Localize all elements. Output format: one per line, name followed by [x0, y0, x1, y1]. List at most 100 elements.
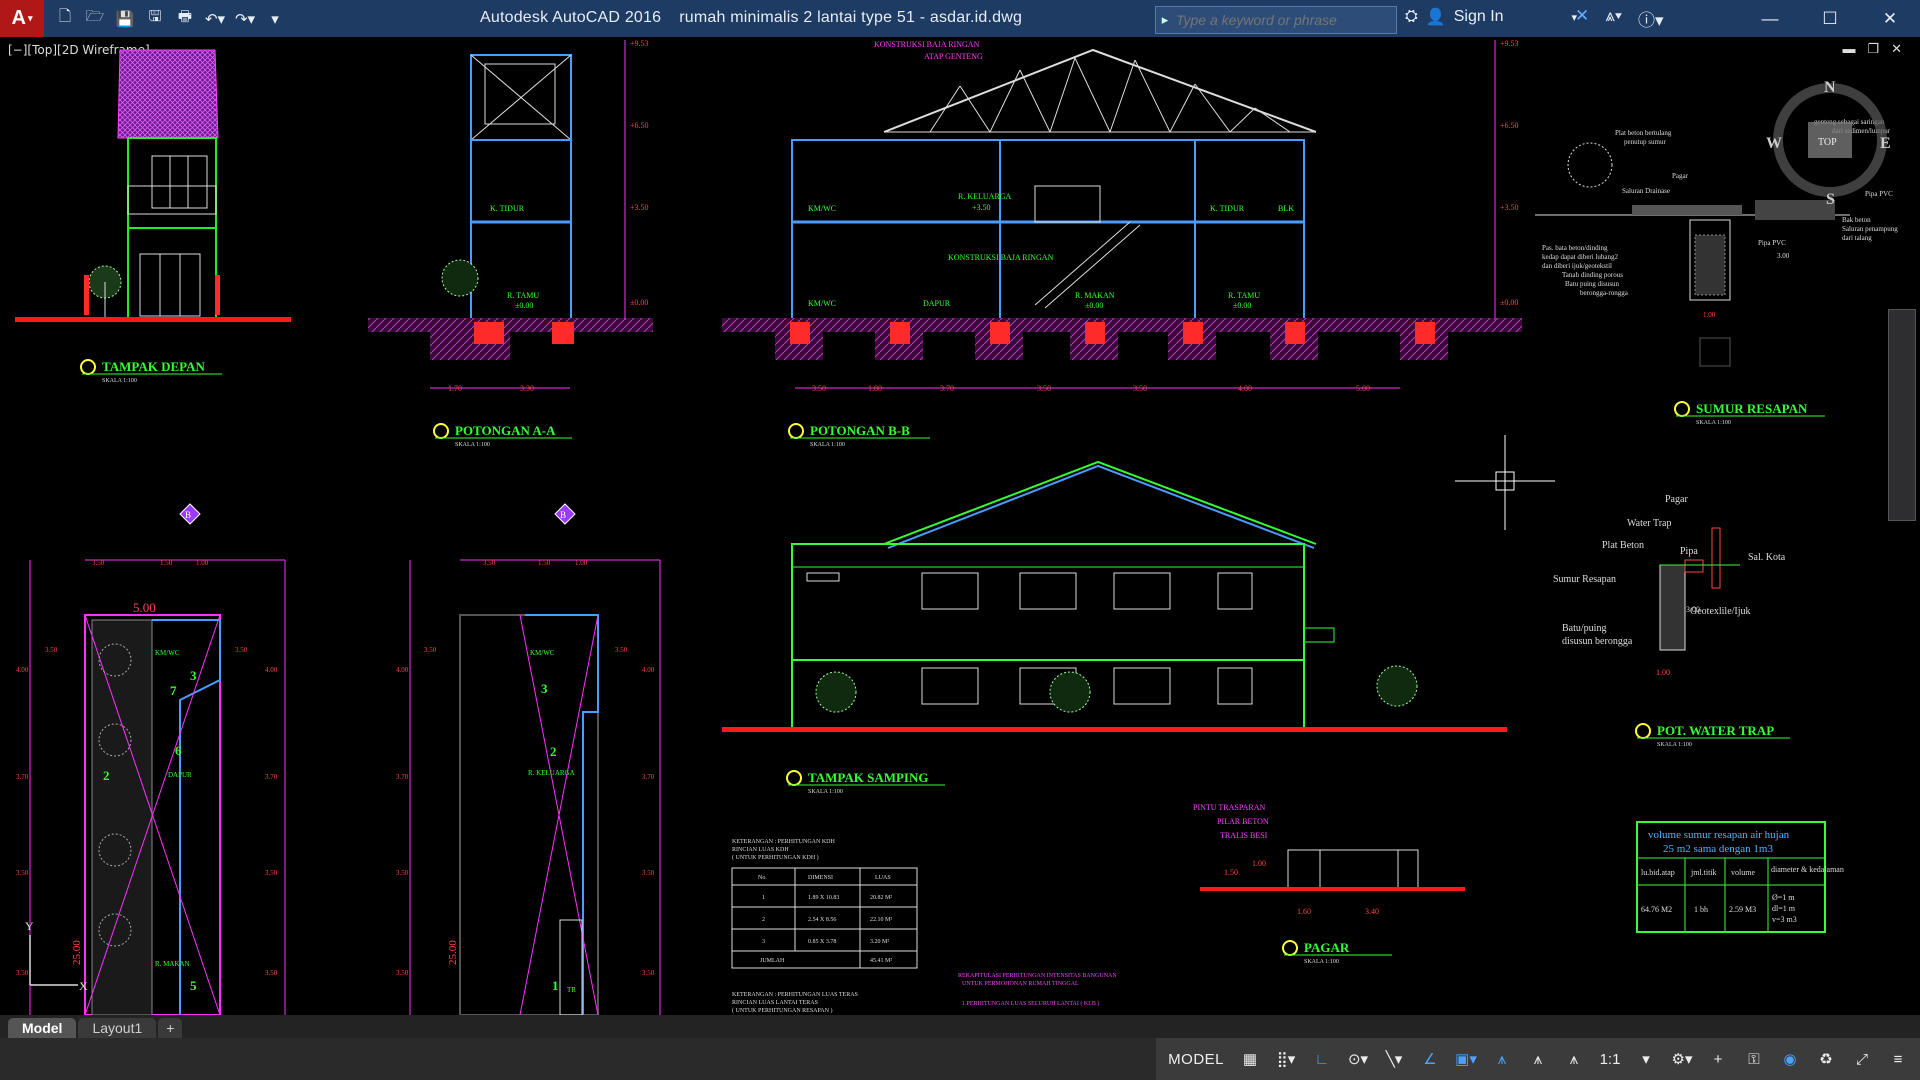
pagar-label-2: PILAR BETON	[1217, 817, 1269, 826]
svg-text:2: 2	[103, 768, 110, 783]
workspace-gear-icon[interactable]: ⚙▾	[1664, 1038, 1700, 1080]
kdh-total-value: 45.41 M²	[870, 958, 892, 964]
file-name: rumah minimalis 2 lantai type 51 - asdar…	[679, 9, 1023, 26]
sumur-resapan-title: SUMUR RESAPAN SKALA 1:100	[1674, 401, 1825, 426]
add-layout-tab[interactable]: +	[158, 1018, 183, 1038]
wt-label-6: Sumur Resapan	[1553, 574, 1616, 585]
compass-w: W	[1766, 135, 1782, 152]
annotation-visibility-icon[interactable]: ⩚	[1484, 1038, 1520, 1080]
cad-drawing: TAMPAK DEPAN SKALA 1:100 K. TIDUR R. TAM…	[15, 39, 1898, 1015]
svg-text:7: 7	[170, 683, 177, 698]
a360-icon[interactable]: ⩓▾	[1605, 6, 1622, 31]
plot-icon[interactable]: 🖶	[174, 8, 196, 30]
plan1-dim-l1: 3.50	[45, 646, 58, 654]
sr-note-3: Pagar	[1672, 172, 1689, 180]
dim-bb-3: 3.70	[940, 384, 954, 393]
object-snap-icon[interactable]: ▣▾	[1448, 1038, 1484, 1080]
new-icon[interactable]: 🗋	[54, 8, 76, 30]
drawing-viewport[interactable]: [−][Top][2D Wireframe] ▬ ❐ ✕ TAMPAK DEPA…	[0, 37, 1920, 1015]
svg-text:5: 5	[190, 978, 197, 993]
isolate-objects-icon[interactable]: ♻	[1808, 1038, 1844, 1080]
customize-dropdown-icon[interactable]: ▾	[264, 8, 286, 30]
search-input[interactable]	[1174, 11, 1388, 29]
saveas-icon[interactable]: 🖫	[144, 8, 166, 30]
app-title: Autodesk AutoCAD 2016	[480, 9, 662, 26]
wt-label-2: Water Trap	[1627, 518, 1671, 529]
tab-layout1[interactable]: Layout1	[78, 1018, 157, 1038]
elev-bb-3: +3.50	[1500, 203, 1519, 212]
plan1-room-3: R. MAKAN	[155, 960, 190, 968]
bb-room-9: ±0.00	[1085, 301, 1103, 310]
sr-note-2: penutup sumur	[1624, 138, 1666, 146]
kdh-note2-3: ( UNTUK PERHITUNGAN RESAPAN )	[732, 1007, 832, 1014]
vol-c-6: v=3 m3	[1772, 915, 1797, 924]
isodraft-icon[interactable]: ╲▾	[1376, 1038, 1412, 1080]
model-space-button[interactable]: MODEL	[1160, 1038, 1232, 1080]
kdh-r2-c2: 2.54 X 8.56	[808, 917, 836, 923]
annotation-scale-icon[interactable]: ⩚	[1556, 1038, 1592, 1080]
potongan-bb-section: KONSTRUKSI BAJA RINGAN ATAP GENTENG KM/W…	[722, 39, 1522, 393]
potongan-aa-title: POTONGAN A-A SKALA 1:100	[433, 423, 572, 448]
navcube-top-label: TOP	[1818, 137, 1837, 148]
navigation-bar[interactable]	[1888, 309, 1916, 521]
layout-tabs: Model Layout1 +	[0, 1015, 1920, 1038]
sr-note-4: Saluran Drainase	[1622, 187, 1670, 195]
kdh-note2-2: RINCIAN LUAS LANTAI TERAS	[732, 1000, 818, 1006]
application-menu-button[interactable]: A ▾	[0, 0, 44, 37]
skala-label-7: SKALA 1:100	[1304, 959, 1339, 965]
kdh-h-1: No.	[758, 875, 767, 881]
tab-model[interactable]: Model	[8, 1018, 77, 1038]
sr-note-5: Pas. bata beton/dinding	[1542, 244, 1608, 252]
polar-icon[interactable]: ⊙▾	[1340, 1038, 1376, 1080]
customization-menu-icon[interactable]: ≡	[1880, 1038, 1916, 1080]
units-icon[interactable]: ⚿	[1736, 1038, 1772, 1080]
water-trap-label: POT. WATER TRAP	[1657, 723, 1774, 738]
plan2-dim-2: 1.50	[538, 559, 551, 567]
scale-dropdown[interactable]: 1:1	[1592, 1038, 1628, 1080]
kdh-r3-c2: 0.85 X 3.78	[808, 939, 836, 945]
kdh-h-3: LUAS	[875, 875, 891, 881]
close-icon[interactable]: ✕	[1860, 0, 1920, 37]
exchange-icon[interactable]: ✕	[1575, 6, 1589, 31]
annotation-monitor-icon[interactable]: +	[1700, 1038, 1736, 1080]
compass-navcube[interactable]: TOP N S W E	[1766, 79, 1891, 208]
plan1-dim-2: 1.50	[160, 559, 173, 567]
vol-c-3: 2.59 M3	[1729, 905, 1756, 914]
maximize-icon[interactable]: ☐	[1800, 0, 1860, 37]
sign-in-button[interactable]: Sign In	[1454, 8, 1504, 26]
plan1-dim-r1: 3.50	[235, 646, 248, 654]
scale-chevron-icon[interactable]: ▾	[1628, 1038, 1664, 1080]
snap-icon[interactable]: ⣿▾	[1268, 1038, 1304, 1080]
sr-note-1: Plat beton bertulang	[1615, 129, 1672, 137]
redo-icon[interactable]: ↷▾	[234, 8, 256, 30]
clean-screen-icon[interactable]: ⤢	[1844, 1038, 1880, 1080]
binoculars-icon[interactable]: ⛭	[1405, 8, 1418, 26]
plan2-dim-3: 1.00	[575, 559, 588, 567]
object-snap-tracking-icon[interactable]: ∠	[1412, 1038, 1448, 1080]
pagar-dim-3: 1.60	[1297, 907, 1311, 916]
kdh-total-label: JUMLAH	[760, 958, 785, 964]
hardware-acceleration-icon[interactable]: ◉	[1772, 1038, 1808, 1080]
wt-label-3: Plat Beton	[1602, 540, 1644, 551]
skala-label-2: SKALA 1:100	[455, 442, 490, 448]
grid-icon[interactable]: ▦	[1232, 1038, 1268, 1080]
minimize-icon[interactable]: —	[1740, 0, 1800, 37]
plan1-dim-r3: 3.70	[265, 773, 278, 781]
plan1-dim-r2: 4.00	[265, 666, 278, 674]
save-icon[interactable]: 💾	[114, 8, 136, 30]
help-icon[interactable]: ⓘ▾	[1638, 6, 1664, 31]
open-icon[interactable]: 🗁	[84, 8, 106, 30]
sr-note-8: Tanah dinding porous	[1562, 271, 1623, 279]
bb-room-10: R. TAMU	[1228, 291, 1260, 300]
kdh-r2-c1: 2	[762, 917, 765, 923]
ortho-icon[interactable]: ∟	[1304, 1038, 1340, 1080]
rekap-1: REKAPITULASI PERHITUNGAN INTENSITAS BANG…	[958, 973, 1117, 979]
plan1-dim-1: 3.50	[92, 559, 105, 567]
pagar-dim-2: 1.50	[1224, 868, 1238, 877]
kdh-r1-c3: 20.82 M²	[870, 895, 892, 901]
dim-aa-1: 1.70	[448, 384, 462, 393]
kdh-h-2: DIMENSI	[808, 875, 833, 881]
auto-scale-icon[interactable]: ⩚	[1520, 1038, 1556, 1080]
search-arrow-icon[interactable]: ▸	[1156, 12, 1174, 28]
undo-icon[interactable]: ↶▾	[204, 8, 226, 30]
